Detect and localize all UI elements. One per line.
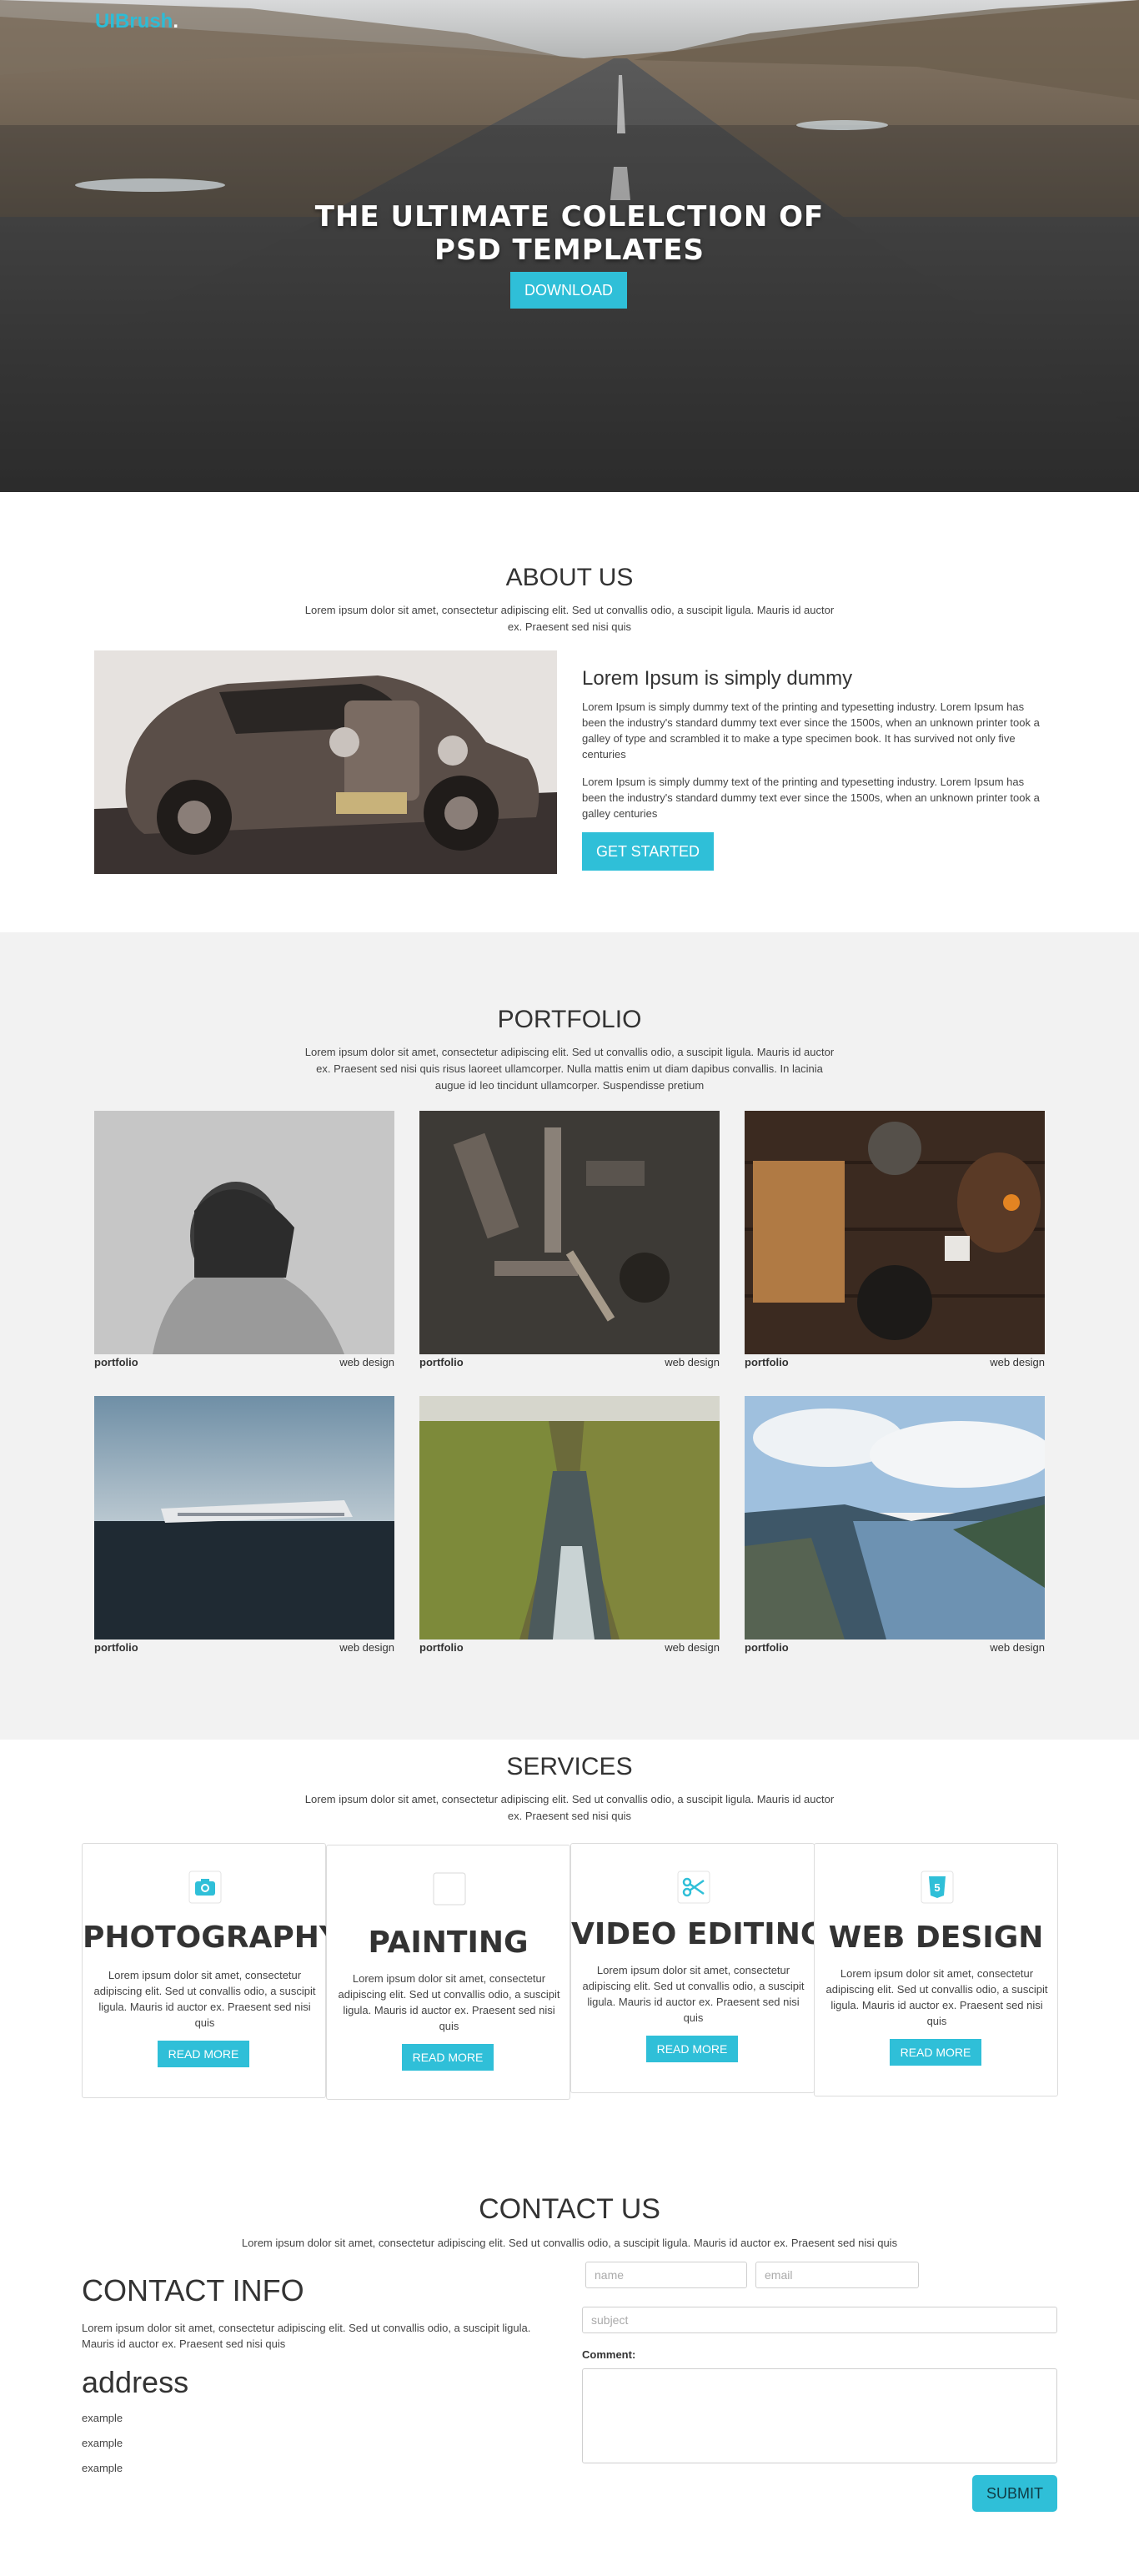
car-illustration xyxy=(94,650,557,874)
portfolio-item[interactable]: portfolio web design xyxy=(745,1111,1045,1368)
portfolio-item-label: portfolio xyxy=(419,1641,464,1654)
address-line: example xyxy=(82,2462,123,2474)
service-title: VIDEO EDITING xyxy=(571,1917,825,1951)
portfolio-item-label: portfolio xyxy=(419,1356,464,1368)
contact-info-text: Lorem ipsum dolor sit amet, consectetur … xyxy=(82,2322,531,2350)
service-title: WEB DESIGN xyxy=(828,1921,1044,1955)
portfolio-item-label: portfolio xyxy=(94,1356,138,1368)
painting-icon xyxy=(433,1872,466,1906)
about-paragraph-1: Lorem Ipsum is simply dummy text of the … xyxy=(582,700,1040,761)
services-title: SERVICES xyxy=(506,1753,633,1780)
comment-label: Comment: xyxy=(582,2348,636,2361)
service-card-photography: PHOTOGRAPHY Lorem ipsum dolor sit amet, … xyxy=(82,1843,341,2098)
portfolio-item-category: web design xyxy=(339,1641,394,1654)
read-more-button[interactable]: READ MORE xyxy=(402,2044,494,2071)
address-line: example xyxy=(82,2412,123,2424)
logo-text: UIBrush xyxy=(95,10,173,33)
about-heading: Lorem Ipsum is simply dummy xyxy=(582,667,853,690)
subject-input[interactable] xyxy=(582,2307,1057,2333)
portfolio-subtitle: Lorem ipsum dolor sit amet, consectetur … xyxy=(304,1046,835,1092)
read-more-button[interactable]: READ MORE xyxy=(158,2041,249,2067)
portfolio-item-category: web design xyxy=(665,1356,720,1368)
portfolio-item[interactable]: portfolio web design xyxy=(94,1111,394,1368)
logo-dot: . xyxy=(173,10,179,33)
svg-text:5: 5 xyxy=(934,1881,940,1894)
service-card-painting: PAINTING Lorem ipsum dolor sit amet, con… xyxy=(326,1845,570,2100)
address-line: example xyxy=(82,2437,123,2449)
portfolio-item-category: web design xyxy=(665,1641,720,1654)
portfolio-image-kitchen xyxy=(745,1111,1045,1354)
address-title: address xyxy=(82,2365,189,2399)
contact-subtitle: Lorem ipsum dolor sit amet, consectetur … xyxy=(241,2237,898,2249)
submit-button[interactable]: SUBMIT xyxy=(972,2475,1057,2512)
comment-textarea[interactable] xyxy=(582,2368,1057,2463)
service-title: PHOTOGRAPHY xyxy=(83,1921,341,1955)
download-button[interactable]: DOWNLOAD xyxy=(510,272,627,309)
portfolio-image-fjord xyxy=(745,1396,1045,1640)
portfolio-item[interactable]: portfolio web design xyxy=(745,1396,1045,1654)
read-more-button[interactable]: READ MORE xyxy=(890,2039,981,2066)
services-subtitle: Lorem ipsum dolor sit amet, consectetur … xyxy=(304,1793,835,1822)
portfolio-item[interactable]: portfolio web design xyxy=(94,1396,394,1654)
portfolio-item[interactable]: portfolio web design xyxy=(419,1111,720,1368)
about-subtitle: Lorem ipsum dolor sit amet, consectetur … xyxy=(304,604,835,633)
about-car-image xyxy=(94,650,557,874)
portfolio-item[interactable]: portfolio web design xyxy=(419,1396,720,1654)
scissors-icon xyxy=(677,1870,710,1904)
service-card-web-design: 5 WEB DESIGN Lorem ipsum dolor sit amet,… xyxy=(814,1843,1058,2096)
portfolio-item-label: portfolio xyxy=(94,1641,138,1654)
contact-title: CONTACT US xyxy=(479,2193,660,2225)
portfolio-image-plane xyxy=(94,1396,394,1640)
camera-icon xyxy=(188,1870,222,1904)
service-text: Lorem ipsum dolor sit amet, consectetur … xyxy=(582,1964,805,2024)
service-title: PAINTING xyxy=(368,1926,529,1960)
hero-banner: UIBrush. THE ULTIMATE COLELCTION OF PSD … xyxy=(0,0,1139,492)
email-input[interactable] xyxy=(755,2262,919,2288)
hero-title: THE ULTIMATE COLELCTION OF PSD TEMPLATES xyxy=(0,200,1139,267)
portfolio-item-category: web design xyxy=(990,1356,1045,1368)
about-paragraph-2: Lorem Ipsum is simply dummy text of the … xyxy=(582,776,1040,820)
portfolio-image-woman xyxy=(94,1111,394,1354)
portfolio-item-category: web design xyxy=(990,1641,1045,1654)
about-title: ABOUT US xyxy=(505,564,634,591)
html5-icon: 5 xyxy=(921,1870,954,1904)
site-logo[interactable]: UIBrush. xyxy=(95,10,178,33)
service-card-video-editing: VIDEO EDITING Lorem ipsum dolor sit amet… xyxy=(570,1843,825,2093)
name-input[interactable] xyxy=(585,2262,747,2288)
portfolio-item-category: web design xyxy=(339,1356,394,1368)
portfolio-item-label: portfolio xyxy=(745,1356,789,1368)
contact-info-title: CONTACT INFO xyxy=(82,2273,304,2307)
hero-title-line2: PSD TEMPLATES xyxy=(434,233,705,267)
portfolio-title: PORTFOLIO xyxy=(497,1006,642,1033)
service-text: Lorem ipsum dolor sit amet, consectetur … xyxy=(93,1969,316,2029)
portfolio-item-label: portfolio xyxy=(745,1641,789,1654)
portfolio-image-tools xyxy=(419,1111,720,1354)
service-text: Lorem ipsum dolor sit amet, consectetur … xyxy=(338,1972,560,2032)
read-more-button[interactable]: READ MORE xyxy=(646,2036,738,2062)
service-text: Lorem ipsum dolor sit amet, consectetur … xyxy=(825,1967,1048,2027)
portfolio-image-canyon xyxy=(419,1396,720,1640)
get-started-button[interactable]: GET STARTED xyxy=(582,832,714,871)
hero-title-line1: THE ULTIMATE COLELCTION OF xyxy=(314,200,825,233)
